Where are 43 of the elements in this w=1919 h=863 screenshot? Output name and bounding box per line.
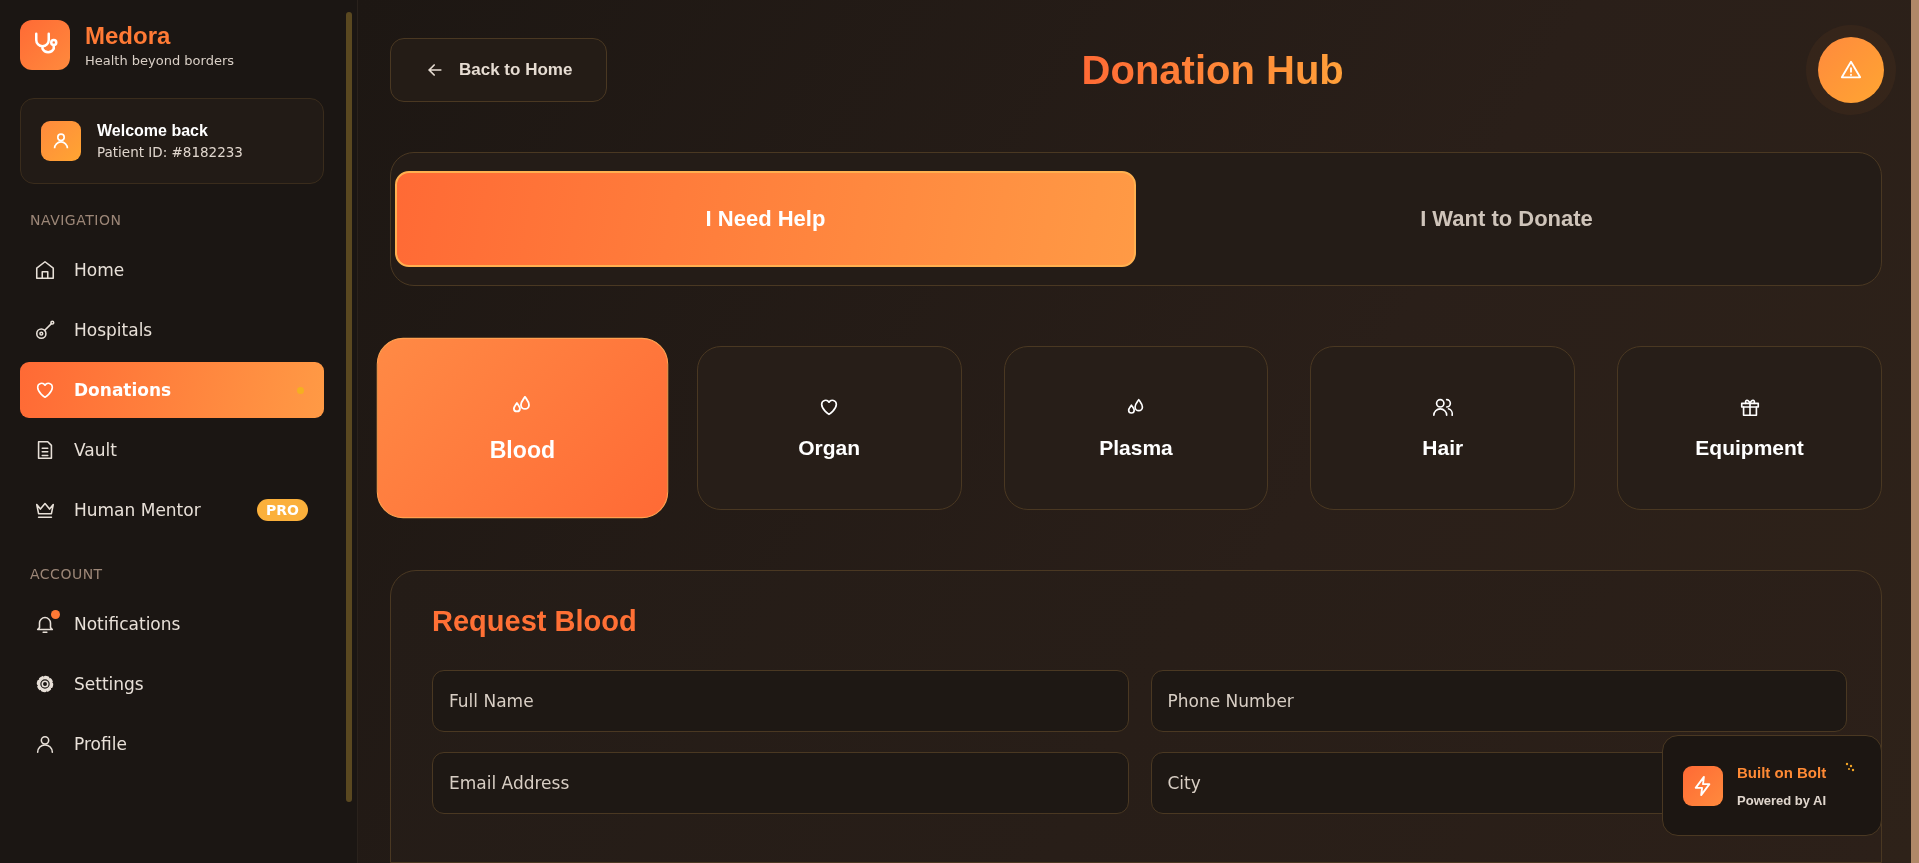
person-icon [34,733,56,755]
input-field[interactable]: Full Name [432,670,1129,732]
heart-icon [34,379,56,401]
bolt-toast[interactable]: Built on Bolt Powered by AI [1662,735,1882,836]
gift-icon [1738,396,1761,418]
sparkle-icon [1845,762,1855,772]
warning-icon [1840,59,1862,81]
welcome-text: Welcome back [97,122,209,140]
category-card[interactable]: Plasma [1003,346,1269,510]
section-heading: NAVIGATION [30,212,123,228]
category-card[interactable]: Equipment [1617,346,1882,510]
lightning-icon [1683,765,1723,806]
nav-item[interactable]: Notifications [20,596,324,652]
users-icon [1431,396,1454,418]
section-heading: ACCOUNT [30,566,104,582]
home-icon [34,259,56,281]
category-card[interactable]: Hair [1310,346,1576,510]
bolt-title: Built on Bolt [1737,763,1827,781]
pro-badge: PRO [257,499,308,521]
input-field[interactable]: Email Address [432,752,1129,814]
nav-item[interactable]: Vault [20,422,324,478]
active-dot [297,386,304,394]
brand-tagline: Health beyond borders [85,53,235,68]
nav-item[interactable]: Hospitals [20,302,324,358]
form-title: Request Blood [432,605,638,638]
patient-id: Patient ID: #8182233 [97,144,243,160]
nav-item[interactable]: Settings [20,656,324,712]
bolt-subtitle: Powered by AI [1737,792,1827,808]
scrollbar[interactable] [1911,0,1919,863]
nav-item[interactable]: Home [20,242,324,298]
nav-item[interactable]: Human Mentor PRO [20,482,324,538]
input-field[interactable]: Phone Number [1150,670,1847,732]
alert-button[interactable] [1818,37,1884,103]
user-icon [41,121,81,161]
scrollbar[interactable] [346,12,352,802]
nav-item[interactable]: Profile [20,716,324,772]
stethoscope-logo-icon [20,20,70,70]
guitar-icon [34,319,56,341]
category-card[interactable]: Organ [696,346,962,510]
mode-tab[interactable]: I Want to Donate [1136,171,1877,267]
brand-name: Medora [85,22,172,50]
settings-icon [34,673,56,695]
back-button[interactable]: Back to Home [390,38,608,102]
